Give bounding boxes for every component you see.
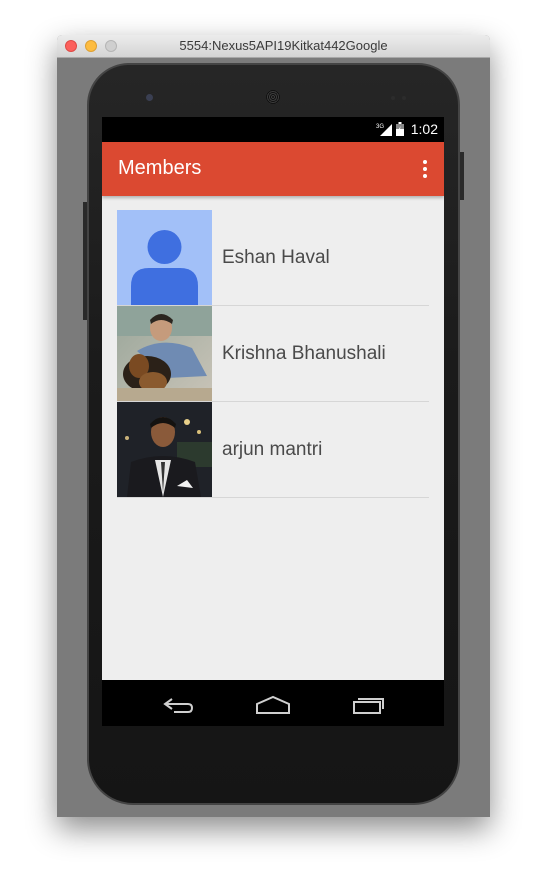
navigation-bar xyxy=(102,680,444,726)
signal-icon: 3G xyxy=(376,122,392,136)
back-icon[interactable] xyxy=(160,689,196,717)
list-item[interactable]: Eshan Haval xyxy=(117,210,429,306)
window-titlebar: 5554:Nexus5API19Kitkat442Google xyxy=(57,35,490,58)
app-bar: Members xyxy=(102,142,444,196)
earpiece-speaker xyxy=(266,90,280,104)
network-type-label: 3G xyxy=(376,124,384,130)
status-bar: 3G 1:02 xyxy=(102,117,444,142)
front-camera xyxy=(146,94,153,101)
photo-avatar-icon xyxy=(117,306,212,401)
list-item[interactable]: Krishna Bhanushali xyxy=(117,306,429,402)
page-title: Members xyxy=(118,157,202,179)
avatar xyxy=(117,306,212,401)
avatar xyxy=(117,210,212,305)
recents-icon[interactable] xyxy=(350,689,386,717)
photo-avatar-icon xyxy=(117,402,212,497)
window-title: 5554:Nexus5API19Kitkat442Google xyxy=(179,38,388,53)
home-icon[interactable] xyxy=(255,689,291,717)
members-list: Eshan Haval Krishna Bhanushali arjun man… xyxy=(117,210,429,498)
member-name: Krishna Bhanushali xyxy=(222,343,386,364)
list-item[interactable]: arjun mantri xyxy=(117,402,429,498)
volume-buttons[interactable] xyxy=(83,202,87,320)
member-name: Eshan Haval xyxy=(222,247,330,268)
avatar xyxy=(117,402,212,497)
proximity-sensor xyxy=(391,96,395,100)
light-sensor xyxy=(402,96,406,100)
status-clock: 1:02 xyxy=(410,121,438,137)
default-person-avatar-icon xyxy=(117,210,212,305)
power-button[interactable] xyxy=(460,152,464,200)
device-screen: 3G 1:02 Members Eshan Haval Krishna Bhan… xyxy=(102,117,444,726)
member-name: arjun mantri xyxy=(222,439,323,460)
battery-icon xyxy=(395,122,404,136)
more-vert-icon[interactable] xyxy=(418,158,432,180)
